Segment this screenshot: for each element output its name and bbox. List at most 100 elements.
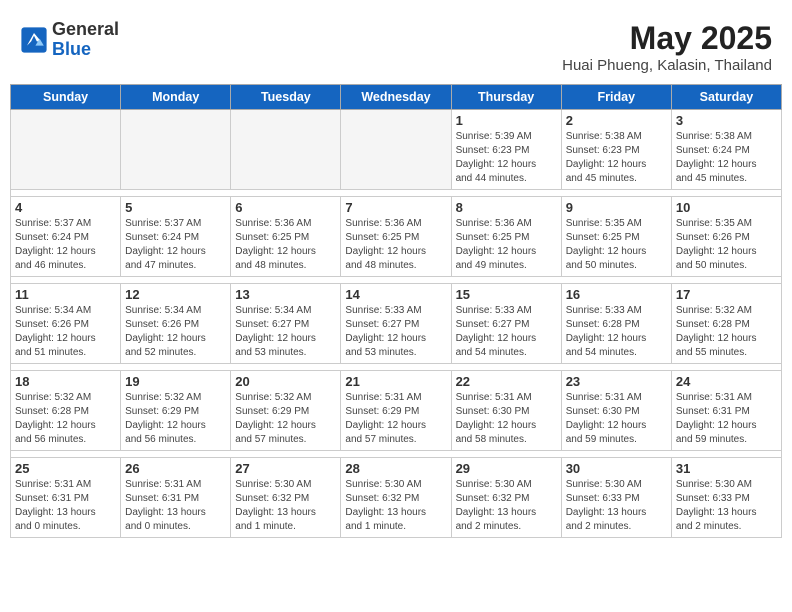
calendar-week-row: 1Sunrise: 5:39 AM Sunset: 6:23 PM Daylig… (11, 110, 782, 190)
day-number: 25 (15, 461, 116, 476)
day-number: 22 (456, 374, 557, 389)
day-info: Sunrise: 5:35 AM Sunset: 6:25 PM Dayligh… (566, 217, 667, 273)
day-info: Sunrise: 5:31 AM Sunset: 6:30 PM Dayligh… (566, 391, 667, 447)
day-info: Sunrise: 5:34 AM Sunset: 6:27 PM Dayligh… (235, 304, 336, 360)
day-of-week-header: Thursday (451, 85, 561, 110)
day-of-week-header: Saturday (671, 85, 781, 110)
day-info: Sunrise: 5:31 AM Sunset: 6:30 PM Dayligh… (456, 391, 557, 447)
page-header: General Blue May 2025 Huai Phueng, Kalas… (10, 10, 782, 79)
calendar-day-cell: 9 Sunrise: 5:35 AM Sunset: 6:25 PM Daylig… (561, 197, 671, 277)
day-info: Sunrise: 5:36 AM Sunset: 6:25 PM Dayligh… (235, 217, 336, 273)
day-info: Sunrise: 5:30 AM Sunset: 6:33 PM Dayligh… (566, 478, 667, 534)
day-info: Sunrise: 5:30 AM Sunset: 6:32 PM Dayligh… (345, 478, 446, 534)
week-spacer-row (11, 190, 782, 197)
day-info: Sunrise: 5:32 AM Sunset: 6:28 PM Dayligh… (15, 391, 116, 447)
calendar-day-cell: 25Sunrise: 5:31 AM Sunset: 6:31 PM Dayli… (11, 458, 121, 538)
week-spacer-cell (11, 190, 782, 197)
day-number: 9 (566, 200, 667, 215)
day-info: Sunrise: 5:38 AM Sunset: 6:24 PM Dayligh… (676, 130, 777, 186)
calendar-day-cell: 19 Sunrise: 5:32 AM Sunset: 6:29 PM Dayli… (121, 371, 231, 451)
calendar-day-cell: 3 Sunrise: 5:38 AM Sunset: 6:24 PM Daylig… (671, 110, 781, 190)
day-of-week-header: Monday (121, 85, 231, 110)
title-block: May 2025 Huai Phueng, Kalasin, Thailand (562, 20, 772, 74)
day-number: 16 (566, 287, 667, 302)
calendar-day-cell: 5 Sunrise: 5:37 AM Sunset: 6:24 PM Daylig… (121, 197, 231, 277)
calendar-day-cell: 10 Sunrise: 5:35 AM Sunset: 6:26 PM Dayli… (671, 197, 781, 277)
day-info: Sunrise: 5:37 AM Sunset: 6:24 PM Dayligh… (15, 217, 116, 273)
calendar-day-cell: 8Sunrise: 5:36 AM Sunset: 6:25 PM Daylig… (451, 197, 561, 277)
day-info: Sunrise: 5:33 AM Sunset: 6:27 PM Dayligh… (456, 304, 557, 360)
day-number: 8 (456, 200, 557, 215)
logo-text: General Blue (52, 20, 119, 60)
day-number: 19 (125, 374, 226, 389)
day-number: 23 (566, 374, 667, 389)
calendar-day-cell: 18 Sunrise: 5:32 AM Sunset: 6:28 PM Dayli… (11, 371, 121, 451)
calendar-day-cell (11, 110, 121, 190)
location-title: Huai Phueng, Kalasin, Thailand (562, 57, 772, 74)
calendar-week-row: 4Sunrise: 5:37 AM Sunset: 6:24 PM Daylig… (11, 197, 782, 277)
week-spacer-row (11, 277, 782, 284)
day-info: Sunrise: 5:32 AM Sunset: 6:29 PM Dayligh… (235, 391, 336, 447)
day-number: 5 (125, 200, 226, 215)
week-spacer-cell (11, 364, 782, 371)
day-number: 6 (235, 200, 336, 215)
calendar-day-cell: 13 Sunrise: 5:34 AM Sunset: 6:27 PM Dayli… (231, 284, 341, 364)
day-number: 7 (345, 200, 446, 215)
day-info: Sunrise: 5:31 AM Sunset: 6:31 PM Dayligh… (125, 478, 226, 534)
day-of-week-header: Sunday (11, 85, 121, 110)
calendar-table: SundayMondayTuesdayWednesdayThursdayFrid… (10, 84, 782, 538)
day-info: Sunrise: 5:34 AM Sunset: 6:26 PM Dayligh… (15, 304, 116, 360)
calendar-day-cell: 17Sunrise: 5:32 AM Sunset: 6:28 PM Dayli… (671, 284, 781, 364)
day-info: Sunrise: 5:36 AM Sunset: 6:25 PM Dayligh… (345, 217, 446, 273)
calendar-day-cell: 11Sunrise: 5:34 AM Sunset: 6:26 PM Dayli… (11, 284, 121, 364)
calendar-day-cell: 28Sunrise: 5:30 AM Sunset: 6:32 PM Dayli… (341, 458, 451, 538)
logo-blue-text: Blue (52, 40, 119, 60)
day-number: 21 (345, 374, 446, 389)
day-info: Sunrise: 5:32 AM Sunset: 6:29 PM Dayligh… (125, 391, 226, 447)
calendar-day-cell (341, 110, 451, 190)
calendar-day-cell: 7 Sunrise: 5:36 AM Sunset: 6:25 PM Daylig… (341, 197, 451, 277)
day-number: 20 (235, 374, 336, 389)
day-number: 17 (676, 287, 777, 302)
day-number: 26 (125, 461, 226, 476)
calendar-day-cell: 29Sunrise: 5:30 AM Sunset: 6:32 PM Dayli… (451, 458, 561, 538)
day-info: Sunrise: 5:31 AM Sunset: 6:29 PM Dayligh… (345, 391, 446, 447)
day-info: Sunrise: 5:31 AM Sunset: 6:31 PM Dayligh… (676, 391, 777, 447)
calendar-day-cell: 14 Sunrise: 5:33 AM Sunset: 6:27 PM Dayli… (341, 284, 451, 364)
day-of-week-header: Tuesday (231, 85, 341, 110)
calendar-header-row: SundayMondayTuesdayWednesdayThursdayFrid… (11, 85, 782, 110)
month-title: May 2025 (562, 20, 772, 57)
calendar-day-cell: 4Sunrise: 5:37 AM Sunset: 6:24 PM Daylig… (11, 197, 121, 277)
logo-icon (20, 26, 48, 54)
logo-general-text: General (52, 20, 119, 40)
day-number: 15 (456, 287, 557, 302)
day-info: Sunrise: 5:33 AM Sunset: 6:27 PM Dayligh… (345, 304, 446, 360)
calendar-day-cell: 30Sunrise: 5:30 AM Sunset: 6:33 PM Dayli… (561, 458, 671, 538)
day-number: 1 (456, 113, 557, 128)
calendar-day-cell: 31Sunrise: 5:30 AM Sunset: 6:33 PM Dayli… (671, 458, 781, 538)
calendar-day-cell: 15 Sunrise: 5:33 AM Sunset: 6:27 PM Dayli… (451, 284, 561, 364)
day-number: 3 (676, 113, 777, 128)
calendar-day-cell: 6 Sunrise: 5:36 AM Sunset: 6:25 PM Daylig… (231, 197, 341, 277)
calendar-day-cell: 16Sunrise: 5:33 AM Sunset: 6:28 PM Dayli… (561, 284, 671, 364)
week-spacer-row (11, 364, 782, 371)
day-number: 13 (235, 287, 336, 302)
day-info: Sunrise: 5:35 AM Sunset: 6:26 PM Dayligh… (676, 217, 777, 273)
calendar-day-cell: 2Sunrise: 5:38 AM Sunset: 6:23 PM Daylig… (561, 110, 671, 190)
calendar-day-cell: 20 Sunrise: 5:32 AM Sunset: 6:29 PM Dayli… (231, 371, 341, 451)
day-number: 14 (345, 287, 446, 302)
day-number: 24 (676, 374, 777, 389)
day-info: Sunrise: 5:34 AM Sunset: 6:26 PM Dayligh… (125, 304, 226, 360)
day-number: 18 (15, 374, 116, 389)
calendar-day-cell: 26 Sunrise: 5:31 AM Sunset: 6:31 PM Dayli… (121, 458, 231, 538)
day-info: Sunrise: 5:37 AM Sunset: 6:24 PM Dayligh… (125, 217, 226, 273)
calendar-day-cell: 22 Sunrise: 5:31 AM Sunset: 6:30 PM Dayli… (451, 371, 561, 451)
day-number: 10 (676, 200, 777, 215)
day-info: Sunrise: 5:38 AM Sunset: 6:23 PM Dayligh… (566, 130, 667, 186)
calendar-day-cell: 27Sunrise: 5:30 AM Sunset: 6:32 PM Dayli… (231, 458, 341, 538)
calendar-day-cell: 1Sunrise: 5:39 AM Sunset: 6:23 PM Daylig… (451, 110, 561, 190)
calendar-day-cell: 24 Sunrise: 5:31 AM Sunset: 6:31 PM Dayli… (671, 371, 781, 451)
calendar-day-cell: 12Sunrise: 5:34 AM Sunset: 6:26 PM Dayli… (121, 284, 231, 364)
day-info: Sunrise: 5:30 AM Sunset: 6:32 PM Dayligh… (456, 478, 557, 534)
day-of-week-header: Friday (561, 85, 671, 110)
